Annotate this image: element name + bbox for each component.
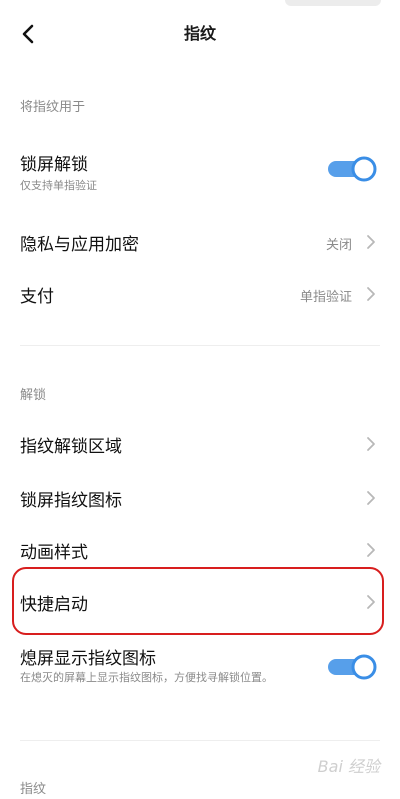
row-title: 指纹解锁区域: [20, 437, 122, 457]
row-subtitle: 在熄灭的屏幕上显示指纹图标，方便找寻解锁位置。: [20, 671, 273, 684]
row-subtitle: 仅支持单指验证: [20, 179, 97, 192]
row-privacy-app-encryption[interactable]: 隐私与应用加密 关闭: [0, 218, 400, 264]
chevron-right-icon: [367, 543, 375, 557]
row-title: 支付: [20, 287, 54, 307]
row-title: 动画样式: [20, 543, 88, 563]
section-header-fingerprint: 指纹: [20, 782, 47, 797]
page-title: 指纹: [183, 24, 216, 43]
section-divider: [20, 740, 380, 741]
section-header-unlock: 解锁: [20, 388, 47, 403]
row-title: 隐私与应用加密: [20, 235, 139, 255]
row-value: 单指验证: [299, 290, 352, 305]
row-title: 熄屏显示指纹图标: [20, 649, 156, 669]
chevron-right-icon: [367, 235, 375, 249]
row-payment[interactable]: 支付 单指验证: [0, 272, 400, 318]
top-bar: 指纹: [0, 0, 400, 68]
section-header-use-for: 将指纹用于: [20, 100, 86, 115]
row-lock-screen-fingerprint-icon[interactable]: 锁屏指纹图标: [0, 474, 400, 520]
chevron-right-icon: [367, 437, 375, 451]
row-lock-screen-unlock[interactable]: 锁屏解锁 仅支持单指验证: [0, 140, 400, 198]
section-divider: [20, 345, 380, 346]
watermark: Bai 经验: [317, 757, 380, 776]
row-title: 锁屏指纹图标: [20, 491, 122, 511]
row-screen-off-fingerprint-icon[interactable]: 熄屏显示指纹图标 在熄灭的屏幕上显示指纹图标，方便找寻解锁位置。: [0, 640, 400, 708]
screen-off-icon-toggle[interactable]: [326, 652, 378, 682]
chevron-right-icon: [367, 491, 375, 505]
chevron-right-icon: [367, 287, 375, 301]
lock-screen-toggle[interactable]: [326, 154, 378, 184]
row-fingerprint-unlock-area[interactable]: 指纹解锁区域: [0, 420, 400, 466]
row-value: 关闭: [325, 238, 352, 253]
row-title: 锁屏解锁: [20, 155, 88, 175]
highlight-frame: [12, 567, 384, 635]
